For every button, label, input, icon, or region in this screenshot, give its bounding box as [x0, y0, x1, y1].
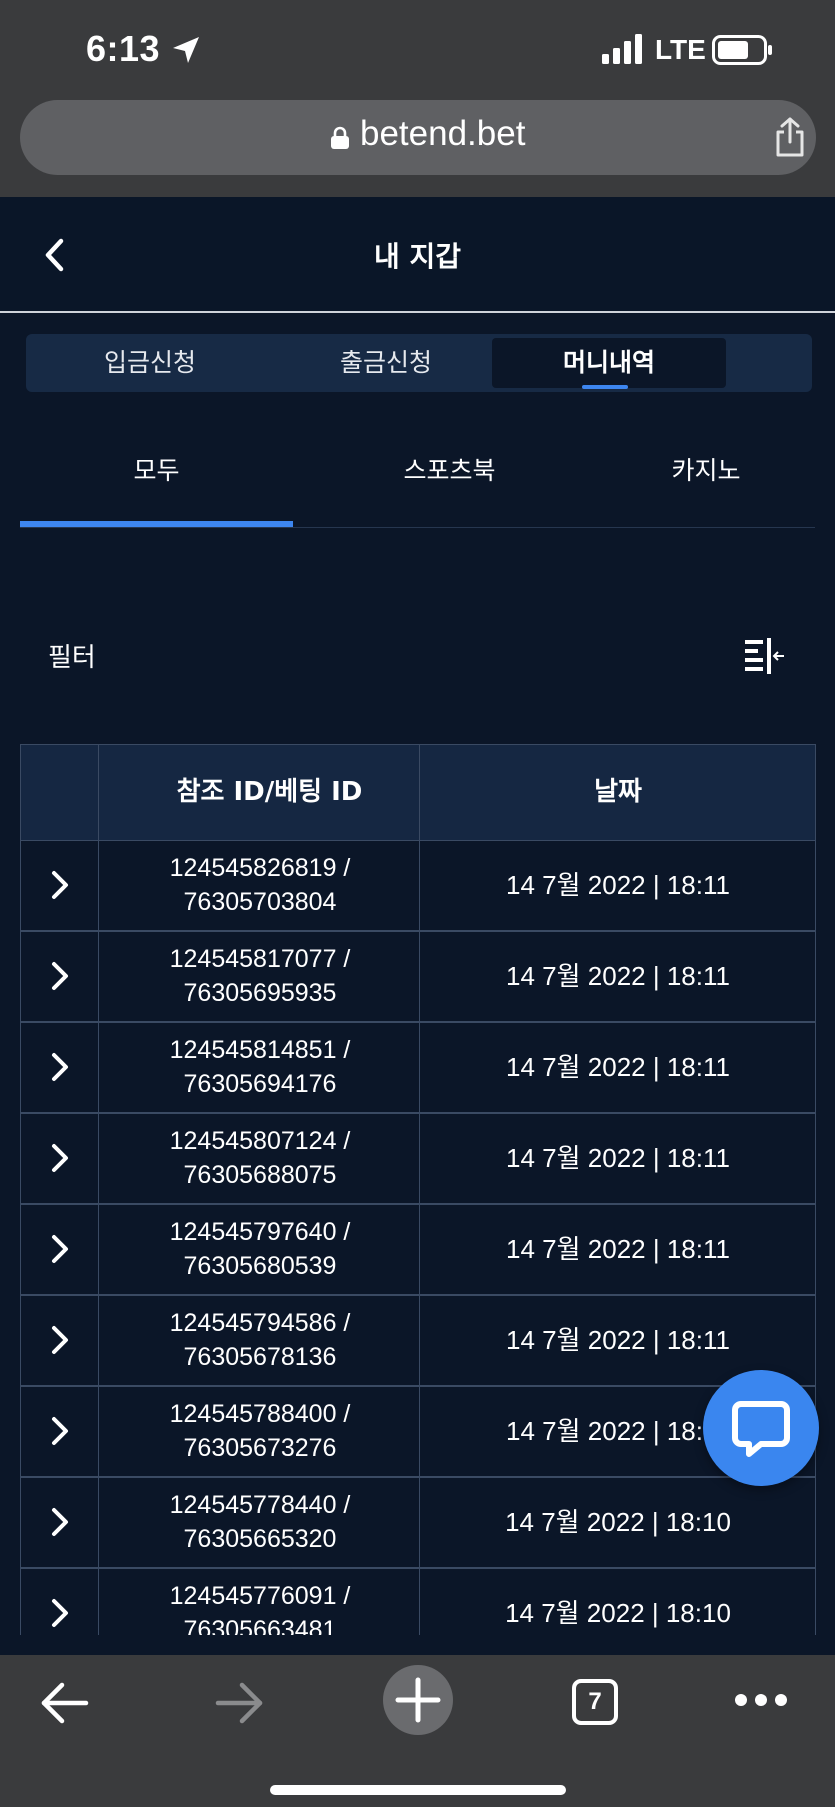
chevron-right-icon[interactable]	[49, 960, 71, 992]
status-time: 6:13	[86, 28, 161, 69]
chat-button[interactable]	[703, 1370, 819, 1486]
chevron-right-icon[interactable]	[49, 1142, 71, 1174]
wallet-segment-control: 입금신청 출금신청 머니내역	[26, 334, 812, 392]
chevron-right-icon[interactable]	[49, 869, 71, 901]
cellular-signal-icon	[602, 34, 642, 64]
arrow-left-icon[interactable]	[38, 1681, 90, 1725]
lock-icon	[331, 126, 349, 149]
filter-columns-icon[interactable]	[744, 636, 786, 676]
chevron-right-icon[interactable]	[49, 1597, 71, 1629]
location-arrow-icon	[173, 37, 199, 63]
row-date: 14 7월 2022 | 18:10	[505, 1507, 731, 1537]
table-row[interactable]: 124545826819 /76305703804 14 7월 2022 | 1…	[20, 841, 816, 932]
tab-withdraw-request[interactable]: 출금신청	[270, 338, 502, 388]
table-row[interactable]: 124545797640 /76305680539 14 7월 2022 | 1…	[20, 1205, 816, 1296]
table-row[interactable]: 124545788400 /76305673276 14 7월 2022 | 1…	[20, 1387, 816, 1478]
ref-bet-id: 124545797640 /76305680539	[169, 1218, 351, 1280]
active-segment-indicator	[582, 385, 628, 389]
chevron-right-icon[interactable]	[49, 1506, 71, 1538]
browser-bottom-toolbar: 7	[0, 1655, 835, 1807]
row-date: 14 7월 2022 | 18:11	[506, 1143, 730, 1173]
table-row[interactable]: 124545794586 /76305678136 14 7월 2022 | 1…	[20, 1296, 816, 1387]
table-body: 124545826819 /76305703804 14 7월 2022 | 1…	[20, 841, 816, 1635]
network-type: LTE	[655, 34, 706, 65]
tab-money-history[interactable]: 머니내역	[492, 338, 726, 388]
more-options-icon[interactable]	[734, 1693, 788, 1707]
column-header-date: 날짜	[594, 777, 642, 807]
ref-bet-id: 124545788400 /76305673276	[169, 1400, 351, 1462]
address-bar[interactable]: betend.bet	[20, 100, 816, 175]
ref-bet-id: 124545826819 /76305703804	[169, 854, 351, 916]
new-tab-plus-icon[interactable]	[382, 1664, 454, 1736]
battery-icon	[712, 35, 772, 65]
page-title: 내 지갑	[373, 240, 462, 273]
url-text: betend.bet	[360, 114, 526, 153]
chevron-right-icon[interactable]	[49, 1051, 71, 1083]
tab-all[interactable]: 모두	[20, 430, 293, 528]
row-date: 14 7월 2022 | 18:11	[506, 1234, 730, 1264]
share-icon[interactable]	[772, 116, 808, 158]
table-header: 참조 ID/베팅 ID 날짜	[20, 744, 816, 841]
transaction-table: 참조 ID/베팅 ID 날짜 124545826819 /76305703804…	[20, 744, 816, 1635]
table-row[interactable]: 124545817077 /76305695935 14 7월 2022 | 1…	[20, 932, 816, 1023]
table-row[interactable]: 124545776091 /76305663481 14 7월 2022 | 1…	[20, 1569, 816, 1635]
table-row[interactable]: 124545814851 /76305694176 14 7월 2022 | 1…	[20, 1023, 816, 1114]
arrow-right-icon[interactable]	[214, 1681, 266, 1725]
browser-top-bar: 6:13 LTE betend.bet	[0, 0, 835, 197]
ref-bet-id: 124545807124 /76305688075	[169, 1127, 351, 1189]
tab-casino[interactable]: 카지노	[616, 430, 796, 528]
tabs-count-button[interactable]: 7	[572, 1679, 618, 1725]
row-date: 14 7월 2022 | 18:11	[506, 961, 730, 991]
app-header: 내 지갑	[0, 197, 835, 313]
column-header-ref-id: 참조 ID/베팅 ID	[176, 777, 363, 807]
ref-bet-id: 124545776091 /76305663481	[169, 1582, 351, 1635]
row-date: 14 7월 2022 | 18:11	[506, 870, 730, 900]
ref-bet-id: 124545814851 /76305694176	[169, 1036, 351, 1098]
table-row[interactable]: 124545807124 /76305688075 14 7월 2022 | 1…	[20, 1114, 816, 1205]
filter-label[interactable]: 필터	[48, 637, 96, 674]
chat-bubble-icon	[732, 1401, 790, 1457]
ref-bet-id: 124545778440 /76305665320	[169, 1491, 351, 1553]
row-date: 14 7월 2022 | 18:11	[506, 1052, 730, 1082]
page: 6:13 LTE betend.bet 내 지갑 입금신청 출금신청 머니내역 …	[0, 0, 835, 1807]
table-row[interactable]: 124545778440 /76305665320 14 7월 2022 | 1…	[20, 1478, 816, 1569]
tab-deposit-request[interactable]: 입금신청	[32, 338, 268, 388]
chevron-right-icon[interactable]	[49, 1233, 71, 1265]
active-tab-indicator	[20, 521, 293, 527]
category-tabs: 모두 스포츠북 카지노	[20, 430, 815, 528]
row-date: 14 7월 2022 | 18:10	[505, 1598, 731, 1628]
chevron-right-icon[interactable]	[49, 1324, 71, 1356]
ref-bet-id: 124545794586 /76305678136	[169, 1309, 351, 1371]
home-indicator	[270, 1785, 566, 1795]
ref-bet-id: 124545817077 /76305695935	[169, 945, 351, 1007]
tab-sportsbook[interactable]: 스포츠북	[313, 430, 586, 528]
chevron-right-icon[interactable]	[49, 1415, 71, 1447]
